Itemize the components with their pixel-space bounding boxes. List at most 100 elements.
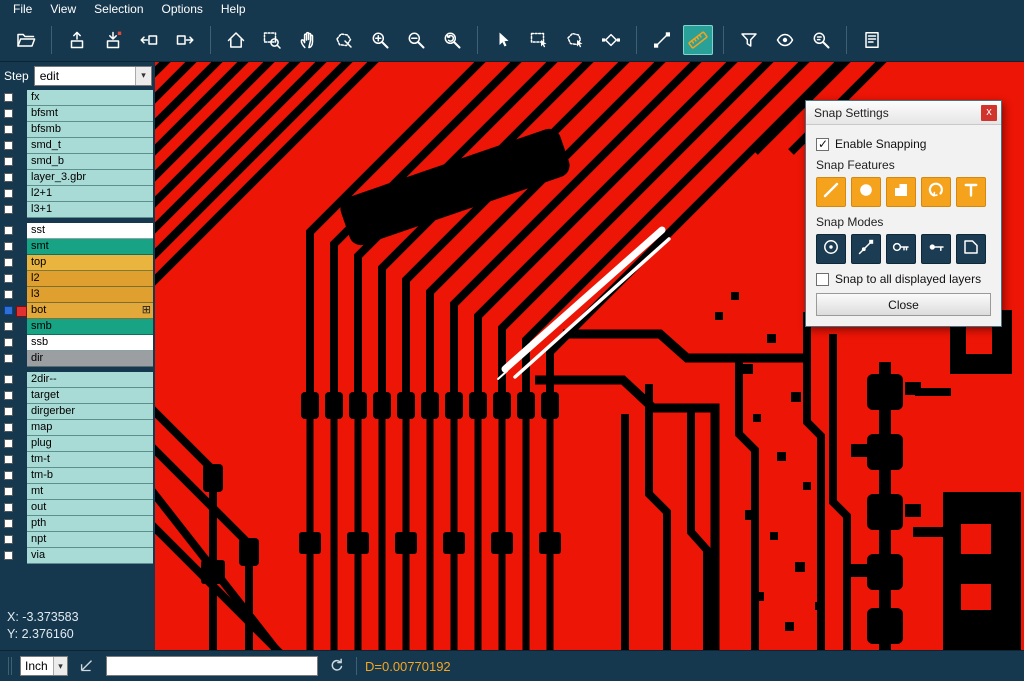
layer-name[interactable]: layer_3.gbr — [27, 170, 153, 186]
layer-active-indicator[interactable] — [15, 154, 27, 170]
layer-active-indicator[interactable] — [15, 436, 27, 452]
layer-name[interactable]: l3 — [27, 287, 153, 303]
layer-visibility-checkbox[interactable] — [4, 274, 13, 283]
close-icon[interactable]: x — [981, 105, 997, 121]
layer-active-indicator[interactable] — [15, 372, 27, 388]
layer-row-top[interactable]: top — [0, 255, 155, 271]
snap-all-layers-row[interactable]: Snap to all displayed layers — [816, 272, 991, 286]
snap-feature-line-button[interactable] — [816, 177, 846, 207]
layer-visibility-checkbox[interactable] — [4, 391, 13, 400]
layer-active-indicator[interactable] — [15, 420, 27, 436]
layer-name[interactable]: bfsmt — [27, 106, 153, 122]
layer-active-indicator[interactable] — [15, 122, 27, 138]
layer-row-layer_3.gbr[interactable]: layer_3.gbr — [0, 170, 155, 186]
layer-row-pth[interactable]: pth — [0, 516, 155, 532]
layer-row-bot[interactable]: bot⊞ — [0, 303, 155, 319]
layer-active-indicator[interactable] — [15, 468, 27, 484]
layer-active-indicator[interactable] — [15, 335, 27, 351]
layer-row-l3+1[interactable]: l3+1 — [0, 202, 155, 218]
layer-active-indicator[interactable] — [15, 303, 27, 319]
layer-active-indicator[interactable] — [15, 170, 27, 186]
layer-row-map[interactable]: map — [0, 420, 155, 436]
layer-row-l2[interactable]: l2 — [0, 271, 155, 287]
layer-name[interactable]: l2+1 — [27, 186, 153, 202]
layer-visibility-checkbox[interactable] — [4, 258, 13, 267]
layer-visibility-checkbox[interactable] — [4, 109, 13, 118]
layer-active-indicator[interactable] — [15, 106, 27, 122]
layer-row-dirgerber[interactable]: dirgerber — [0, 404, 155, 420]
layer-row-mt[interactable]: mt — [0, 484, 155, 500]
zoom-window-button[interactable] — [257, 25, 287, 55]
snap-dialog-titlebar[interactable]: Snap Settings x — [806, 101, 1001, 125]
layer-visibility-checkbox[interactable] — [4, 535, 13, 544]
menu-options[interactable]: Options — [153, 0, 212, 19]
layer-name[interactable]: dirgerber — [27, 404, 153, 420]
layer-name[interactable]: fx — [27, 90, 153, 106]
layer-active-indicator[interactable] — [15, 202, 27, 218]
layer-row-tm-b[interactable]: tm-b — [0, 468, 155, 484]
layer-row-out[interactable]: out — [0, 500, 155, 516]
layer-visibility-checkbox[interactable] — [4, 157, 13, 166]
snap-element-button[interactable] — [596, 25, 626, 55]
layer-name[interactable]: out — [27, 500, 153, 516]
layer-name[interactable]: top — [27, 255, 153, 271]
snap-feature-pad-button[interactable] — [851, 177, 881, 207]
snap-mode-key-button[interactable] — [886, 234, 916, 264]
layer-active-indicator[interactable] — [15, 186, 27, 202]
layer-row-dir[interactable]: dir — [0, 351, 155, 367]
layer-active-indicator[interactable] — [15, 319, 27, 335]
layer-row-npt[interactable]: npt — [0, 532, 155, 548]
layer-active-indicator[interactable] — [15, 548, 27, 564]
open-folder-button[interactable] — [11, 25, 41, 55]
layer-active-indicator[interactable] — [15, 500, 27, 516]
zoom-out-button[interactable] — [401, 25, 431, 55]
angle-measure-icon[interactable] — [76, 655, 98, 677]
layer-visibility-checkbox[interactable] — [4, 141, 13, 150]
layer-visibility-checkbox[interactable] — [4, 519, 13, 528]
layer-visibility-checkbox[interactable] — [4, 471, 13, 480]
find-text-button[interactable] — [806, 25, 836, 55]
close-button[interactable]: Close — [816, 293, 991, 316]
layer-visibility-checkbox[interactable] — [4, 455, 13, 464]
line-tool-button[interactable] — [647, 25, 677, 55]
layer-row-l2+1[interactable]: l2+1 — [0, 186, 155, 202]
layer-visibility-checkbox[interactable] — [4, 93, 13, 102]
layer-name[interactable]: via — [27, 548, 153, 564]
export-up-button[interactable] — [62, 25, 92, 55]
chevron-down-icon[interactable]: ▾ — [53, 657, 67, 675]
layer-active-indicator[interactable] — [15, 351, 27, 367]
layer-visibility-checkbox[interactable] — [4, 226, 13, 235]
layer-row-smd_b[interactable]: smd_b — [0, 154, 155, 170]
layer-row-l3[interactable]: l3 — [0, 287, 155, 303]
layer-active-indicator[interactable] — [15, 516, 27, 532]
chevron-down-icon[interactable]: ▾ — [135, 67, 151, 85]
layer-visibility-checkbox[interactable] — [4, 423, 13, 432]
zoom-in-button[interactable] — [365, 25, 395, 55]
layer-active-indicator[interactable] — [15, 90, 27, 106]
layer-row-target[interactable]: target — [0, 388, 155, 404]
layer-visibility-checkbox[interactable] — [4, 322, 13, 331]
layer-name[interactable]: smt — [27, 239, 153, 255]
layer-name[interactable]: ssb — [27, 335, 153, 351]
layer-active-indicator[interactable] — [15, 452, 27, 468]
import-down-button[interactable] — [98, 25, 128, 55]
layer-active-indicator[interactable] — [15, 404, 27, 420]
layer-visibility-checkbox[interactable] — [4, 290, 13, 299]
layer-visibility-checkbox[interactable] — [4, 338, 13, 347]
layer-active-indicator[interactable] — [15, 388, 27, 404]
enable-snapping-checkbox[interactable] — [816, 138, 829, 151]
layer-name[interactable]: sst — [27, 223, 153, 239]
select-pointer-button[interactable] — [488, 25, 518, 55]
layer-name[interactable]: smb — [27, 319, 153, 335]
layer-row-sst[interactable]: sst — [0, 223, 155, 239]
layer-name[interactable]: smd_b — [27, 154, 153, 170]
layer-row-ssb[interactable]: ssb — [0, 335, 155, 351]
snap-feature-surface-button[interactable] — [886, 177, 916, 207]
layer-name[interactable]: npt — [27, 532, 153, 548]
layer-row-bfsmt[interactable]: bfsmt — [0, 106, 155, 122]
step-select[interactable]: edit ▾ — [34, 66, 152, 86]
snap-feature-text-button[interactable] — [956, 177, 986, 207]
snap-all-layers-checkbox[interactable] — [816, 273, 829, 286]
zoom-previous-button[interactable] — [437, 25, 467, 55]
layer-visibility-checkbox[interactable] — [4, 354, 13, 363]
